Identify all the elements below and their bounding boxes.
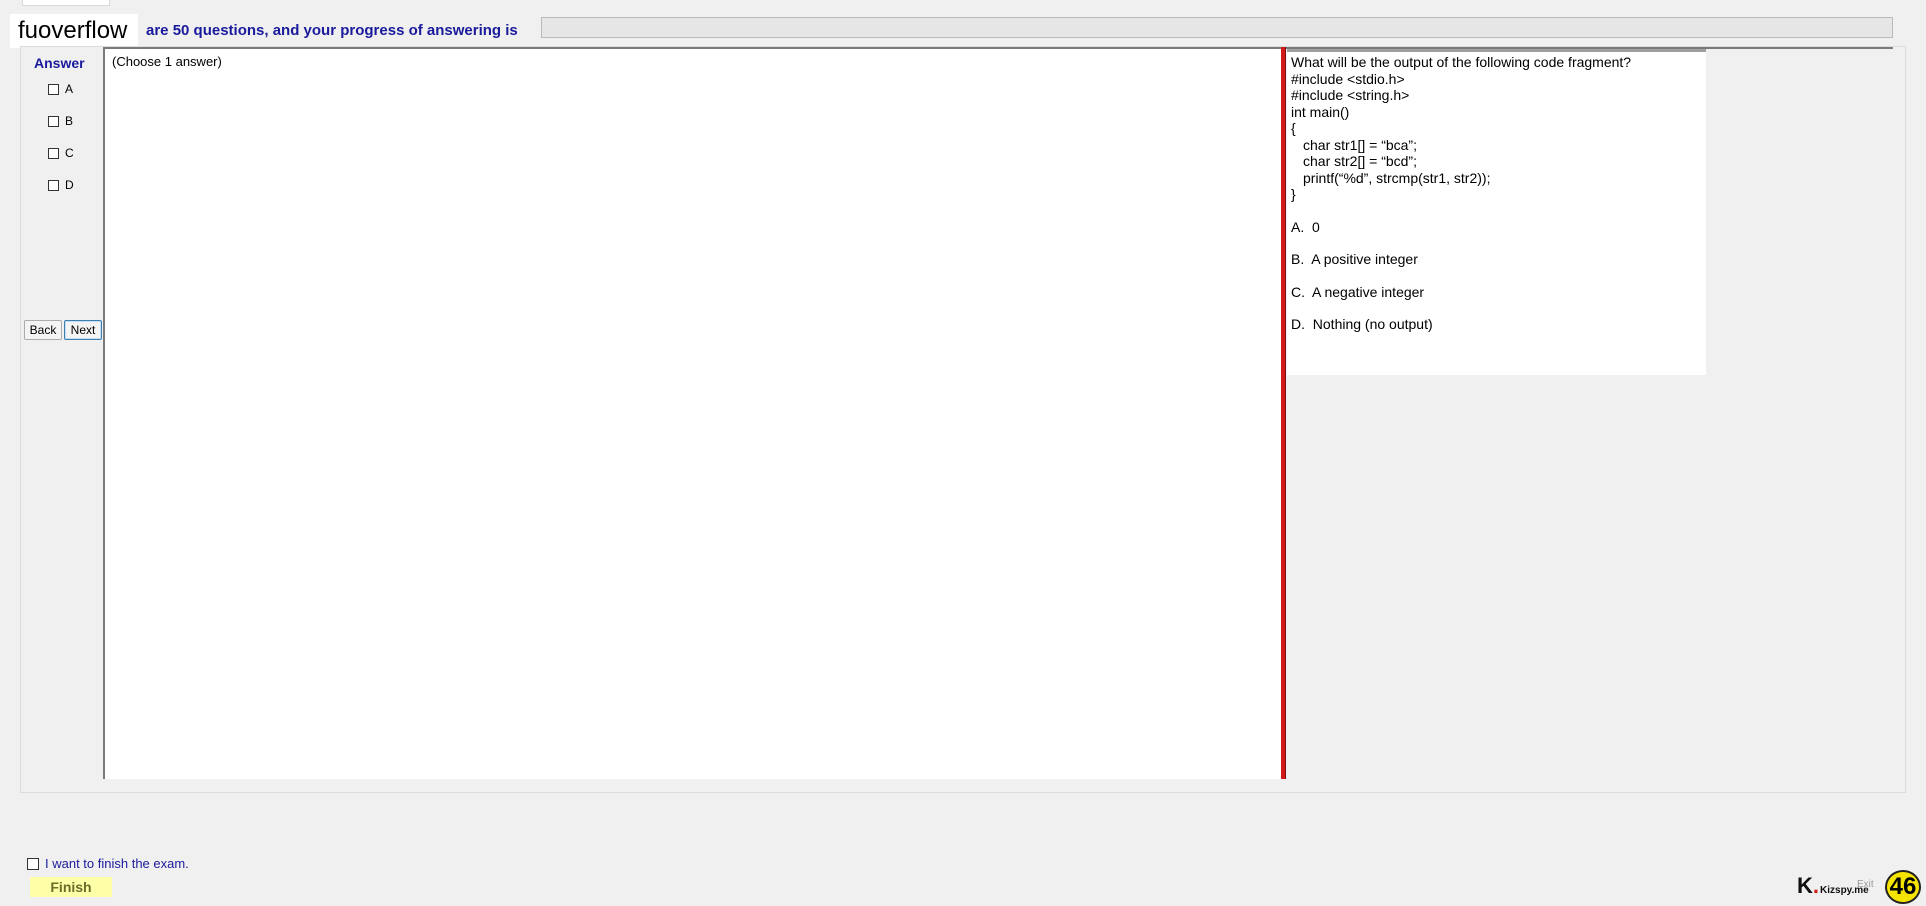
question-counter-badge: 46 [1885,870,1921,904]
answer-option-d[interactable]: D [48,178,74,192]
back-button[interactable]: Back [24,320,62,340]
question-box: What will be the output of the following… [1287,49,1706,375]
answer-option-c[interactable]: C [48,146,74,160]
question-text: What will be the output of the following… [1291,54,1632,70]
answer-option-label: C [65,146,74,160]
window-tab [22,0,110,6]
answer-option-a[interactable]: A [48,82,73,96]
answer-checkbox-a[interactable] [48,83,59,95]
answer-area: (Choose 1 answer) [103,47,1282,779]
finish-checkbox-box[interactable] [27,857,39,870]
code-line: printf(“%d”, strcmp(str1, str2)); [1303,169,1491,186]
answer-panel: Answer A B C D Back Next [22,48,102,778]
exit-button[interactable]: Exit [1857,879,1874,890]
question-option-d: D. Nothing (no output) [1291,316,1433,332]
question-option-b: B. A positive integer [1291,251,1418,267]
site-logo: fuoverflow [10,14,138,48]
code-line: } [1291,186,1296,202]
progress-bar [541,17,1893,38]
answer-checkbox-c[interactable] [48,147,59,159]
code-line: char str1[] = “bca”; [1303,136,1417,153]
top-strip [0,0,1926,14]
question-options: A. 0 B. A positive integer C. A negative i… [1291,219,1702,333]
finish-exam-checkbox[interactable]: I want to finish the exam. [27,856,189,871]
choose-instruction: (Choose 1 answer) [112,54,222,69]
progress-label: are 50 questions, and your progress of a… [146,22,518,39]
answer-title: Answer [34,55,85,71]
code-line: int main() [1291,103,1350,120]
finish-checkbox-label: I want to finish the exam. [45,856,189,871]
code-line: #include <stdio.h> [1291,70,1405,87]
code-line: char str2[] = “bcd”; [1303,153,1417,169]
answer-checkbox-b[interactable] [48,115,59,127]
question-option-a: A. 0 [1291,218,1320,235]
answer-checkbox-d[interactable] [48,179,59,191]
answer-option-label: D [65,178,74,192]
answer-option-b[interactable]: B [48,114,73,128]
next-button[interactable]: Next [64,320,102,340]
answer-option-label: B [65,114,74,128]
answer-option-label: A [65,82,74,96]
finish-button[interactable]: Finish [30,877,112,897]
code-line: #include <string.h> [1291,87,1410,103]
question-option-c: C. A negative integer [1291,283,1425,300]
kizspy-k-icon: K. [1797,873,1820,898]
code-line: { [1291,120,1296,136]
